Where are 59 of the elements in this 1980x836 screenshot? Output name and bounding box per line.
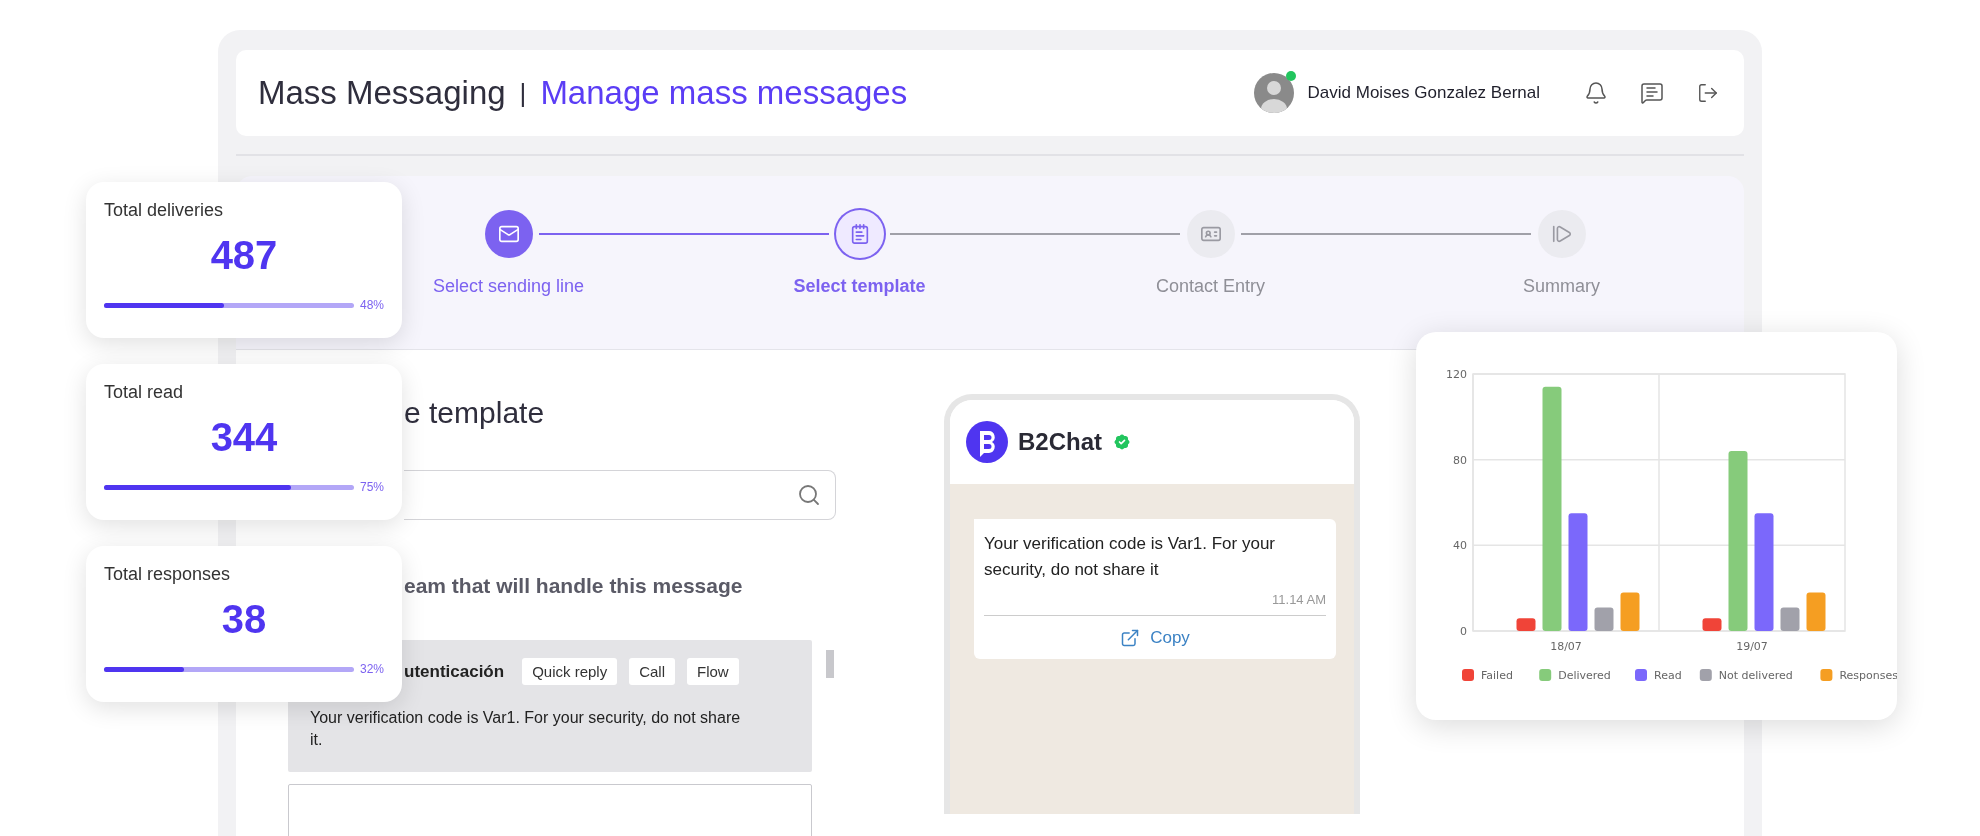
user-avatar[interactable] [1253,73,1294,113]
message-text: Your verification code is Var1. For your security, do not share it [984,533,1277,581]
title-separator: | [519,77,527,109]
step-label: Select template [793,276,926,297]
legend-label: Read [1654,669,1682,682]
external-link-icon [1120,627,1141,648]
copy-button[interactable]: Copy [984,615,1326,659]
template-tag: Quick reply [522,658,618,685]
progress-percent: 75% [359,480,384,494]
section-heading: e template [404,396,546,430]
bell-icon [1584,81,1608,105]
axis-tick-label: 80 [1453,453,1467,467]
axis-tick-label: 120 [1446,368,1467,381]
message-time: 11.14 AM [1272,592,1326,607]
template-name: utenticación [404,661,505,682]
template-tag: Flow [687,658,739,685]
axis-tick-label: 40 [1453,539,1467,553]
axis-category-label: 18/07 [1550,640,1582,653]
user-name: David Moises Gonzalez Bernal [1307,83,1540,103]
step-label: Summary [1523,276,1600,297]
search-icon [797,483,821,507]
search-field[interactable] [404,470,836,520]
legend-label: Responses [1839,669,1897,682]
stat-label: Total read [104,382,185,403]
page-subtitle: Manage mass messages [540,74,909,112]
chart-bar [1516,618,1536,631]
legend-label: Failed [1481,669,1513,682]
step-label: Select sending line [432,276,585,297]
step-forward-icon [1550,223,1573,245]
chart-bar [1702,618,1722,631]
step-circle[interactable] [484,210,533,258]
page-title: Mass Messaging [258,74,506,112]
template-tag: Call [629,658,675,685]
progress-percent: 48% [359,298,384,312]
step-circle[interactable] [1537,210,1586,258]
stat-value: 38 [221,597,267,642]
message-icon [1640,81,1664,105]
stat-label: Total deliveries [104,200,225,221]
stat-value: 344 [210,415,278,460]
legend-label: Delivered [1558,669,1611,682]
chart-bar [1620,592,1640,631]
legend-label: Not delivered [1718,669,1793,682]
step-circle[interactable] [1186,210,1235,258]
step-circle[interactable] [835,210,884,258]
axis-category-label: 19/07 [1736,640,1768,653]
axis-tick-label: 0 [1460,625,1467,638]
team-label: eam that will handle this message [404,574,744,598]
chart-bar [1594,607,1614,631]
step-label: Contact Entry [1155,276,1265,297]
template-body: Your verification code is Var1. For your security, do not share it. [310,708,742,751]
mail-icon [497,223,520,245]
chart-bar [1806,592,1826,631]
stat-value: 487 [210,233,278,278]
chat-logo-icon [966,421,1008,463]
stat-label: Total responses [104,564,232,585]
sender-name: B2Chat [1018,428,1102,456]
logout-icon [1697,82,1719,104]
progress-percent: 32% [359,662,384,676]
chart-bar [1780,607,1800,631]
